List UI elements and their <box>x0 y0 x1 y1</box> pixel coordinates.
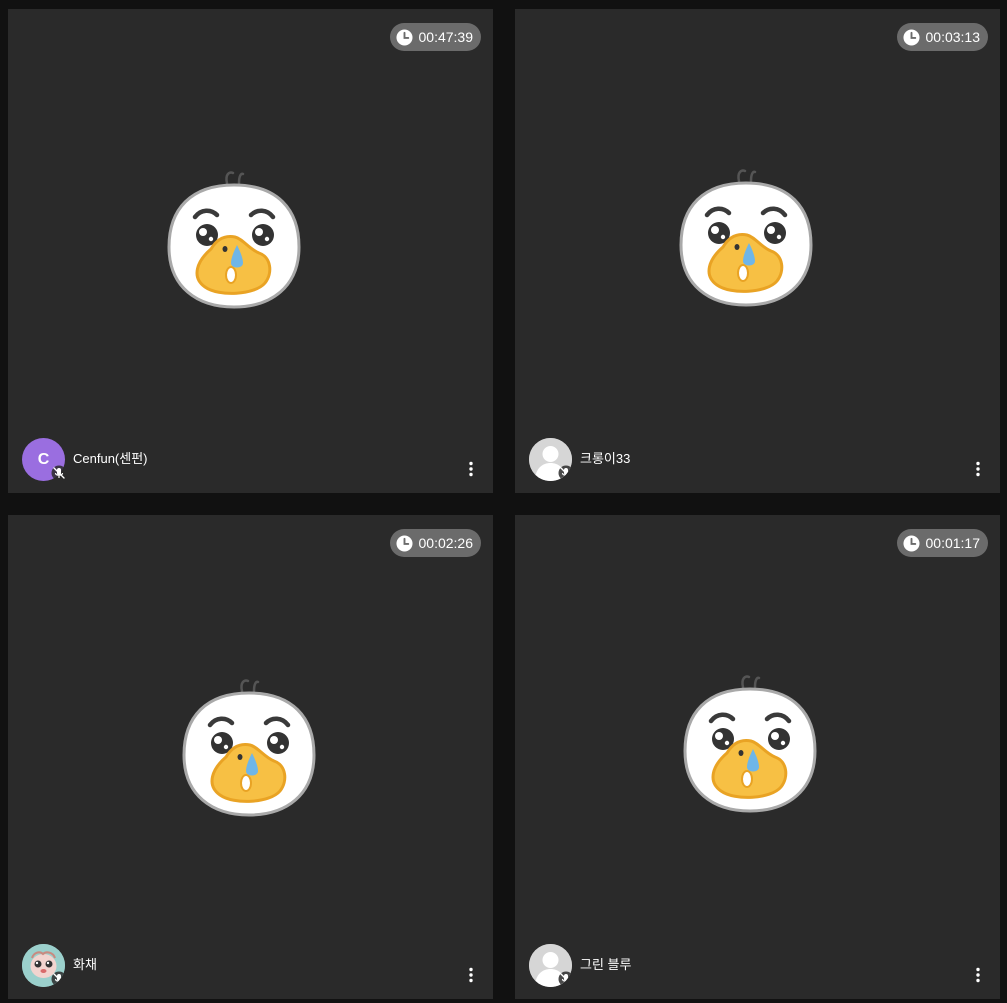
video-grid: 00:47:39 C Cenfun(센펀) 00:03:13 크롱이33 00:… <box>0 0 1007 1003</box>
clock-icon <box>396 535 413 552</box>
participant-info: 크롱이33 <box>529 438 630 481</box>
participant-name: 그린 블루 <box>580 957 632 972</box>
avatar[interactable] <box>529 438 572 481</box>
more-options-button[interactable] <box>968 459 988 479</box>
call-duration-text: 00:02:26 <box>418 535 474 551</box>
participant-info: 그린 블루 <box>529 944 631 987</box>
participant-info: 화채 <box>22 944 97 987</box>
more-vertical-icon <box>968 459 988 479</box>
more-options-button[interactable] <box>461 459 481 479</box>
clock-icon <box>396 29 413 46</box>
call-duration-badge: 00:01:17 <box>896 529 988 557</box>
mic-off-icon <box>51 971 65 987</box>
crying-bird-mascot-icon <box>671 163 821 313</box>
more-vertical-icon <box>461 459 481 479</box>
participant-info: C Cenfun(센펀) <box>22 438 148 481</box>
avatar[interactable]: C <box>22 438 65 481</box>
call-duration-text: 00:47:39 <box>418 29 474 45</box>
avatar[interactable] <box>529 944 572 987</box>
mic-off-icon <box>51 465 67 481</box>
clock-icon <box>903 535 920 552</box>
participant-tile[interactable]: 00:03:13 크롱이33 <box>515 9 1000 493</box>
more-vertical-icon <box>461 965 481 985</box>
mic-off-icon <box>558 971 572 987</box>
clock-icon <box>903 29 920 46</box>
call-duration-badge: 00:47:39 <box>389 23 481 51</box>
avatar-letter: C <box>37 450 50 468</box>
crying-bird-mascot-icon <box>675 669 825 819</box>
avatar[interactable] <box>22 944 65 987</box>
crying-bird-mascot-icon <box>159 165 309 315</box>
more-vertical-icon <box>968 965 988 985</box>
participant-name: 크롱이33 <box>580 451 631 466</box>
participant-name: 화채 <box>73 957 97 972</box>
participant-tile[interactable]: 00:02:26 화채 <box>8 515 493 999</box>
participant-tile[interactable]: 00:01:17 그린 블루 <box>515 515 1000 999</box>
participant-name: Cenfun(센펀) <box>73 451 148 466</box>
call-duration-text: 00:01:17 <box>925 535 981 551</box>
more-options-button[interactable] <box>461 965 481 985</box>
call-duration-badge: 00:02:26 <box>389 529 481 557</box>
call-duration-text: 00:03:13 <box>925 29 981 45</box>
crying-bird-mascot-icon <box>174 673 324 823</box>
participant-tile[interactable]: 00:47:39 C Cenfun(센펀) <box>8 9 493 493</box>
more-options-button[interactable] <box>968 965 988 985</box>
mic-off-icon <box>558 465 572 481</box>
call-duration-badge: 00:03:13 <box>896 23 988 51</box>
